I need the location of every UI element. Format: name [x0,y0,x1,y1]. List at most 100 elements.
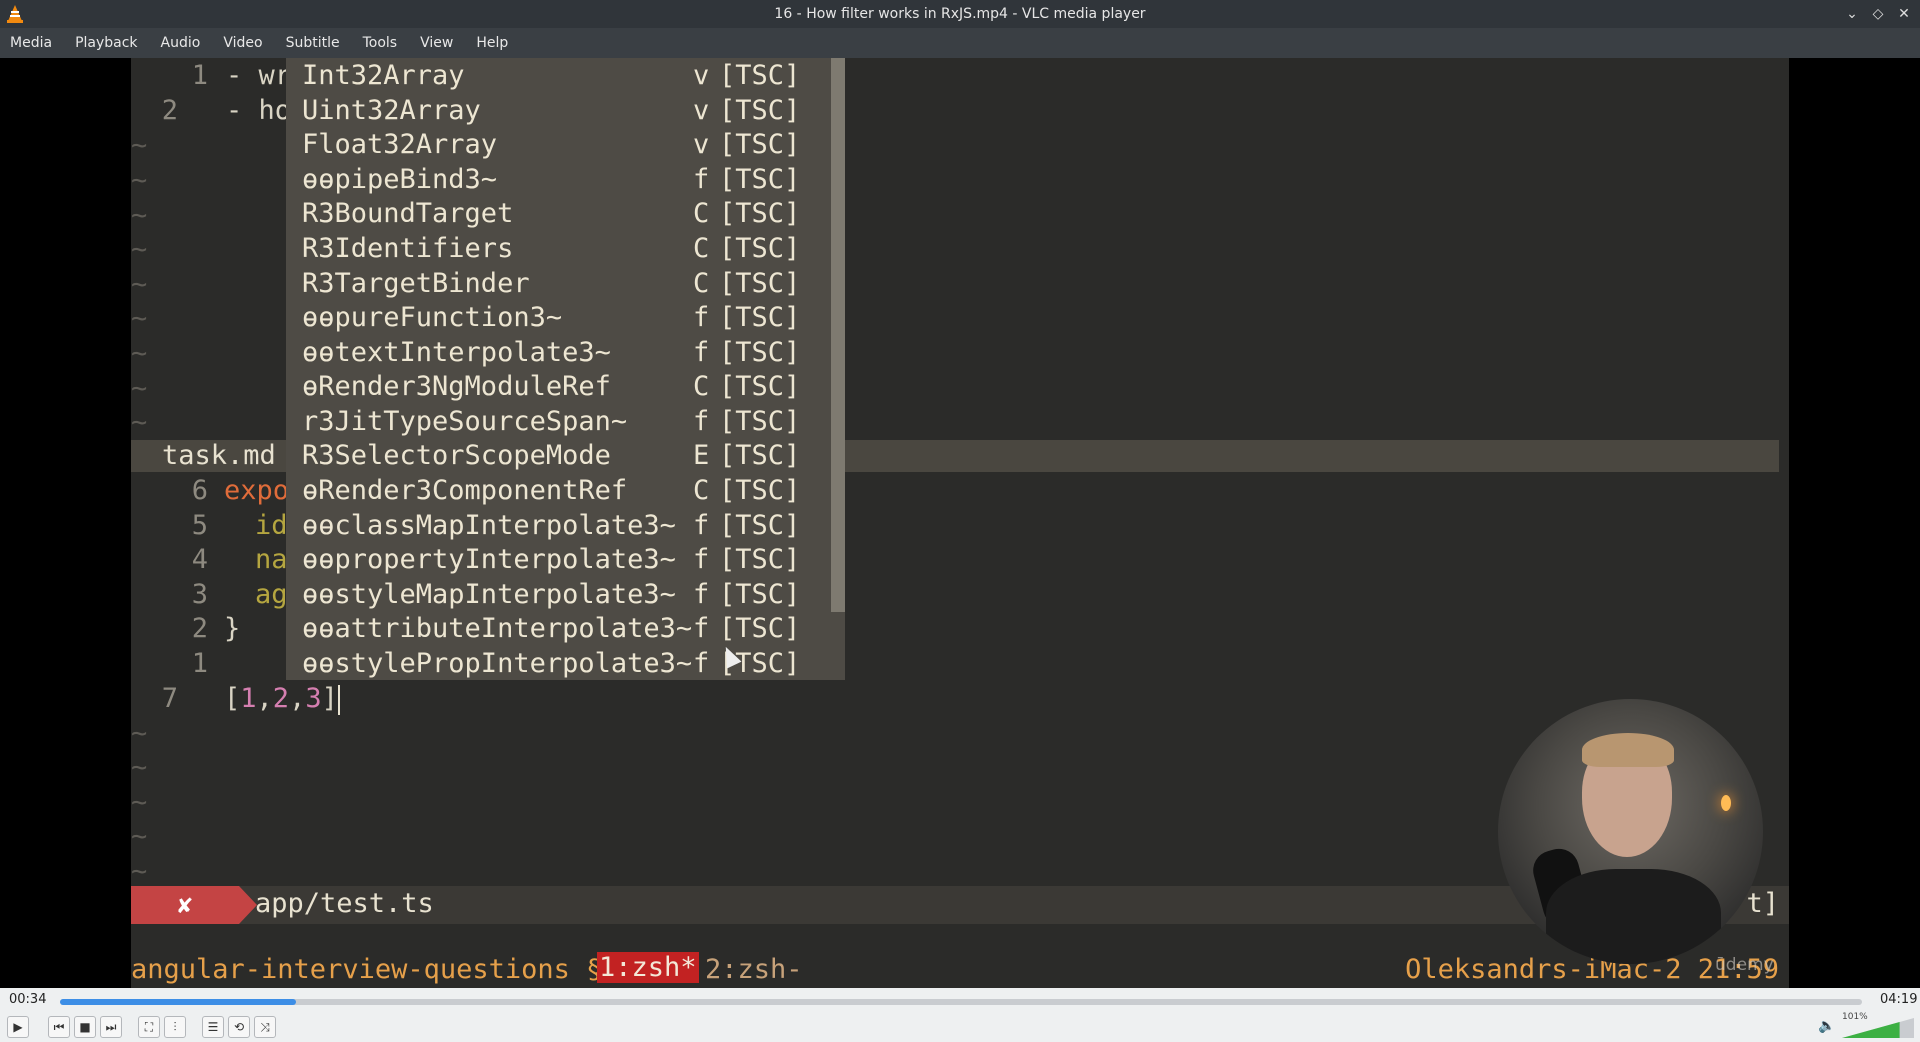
completion-item[interactable]: Float32Array v [TSC] [286,129,831,163]
completion-item[interactable]: R3BoundTarget C [TSC] [286,198,831,232]
completion-item[interactable]: ɵɵclassMapInterpolate3~ f [TSC] [286,510,831,544]
completion-name: ɵɵpropertyInterpolate3~ [302,544,676,575]
completion-source: [TSC] [719,337,801,368]
menu-playback[interactable]: Playback [75,35,137,51]
tilde: ~ [131,821,148,852]
extended-settings-button[interactable]: ⫶ [164,1016,186,1038]
tilde: ~ [131,407,148,438]
bracket-open: [ [224,683,241,714]
completion-source: [TSC] [719,198,801,229]
completion-name: R3BoundTarget [302,198,514,229]
completion-name: r3JitTypeSourceSpan~ [302,406,628,437]
completion-popup[interactable]: Int32Array v [TSC] Uint32Array v [TSC] Float… [286,58,845,680]
current-code-line[interactable]: [1,2,3] [224,683,340,715]
menu-media[interactable]: Media [10,35,52,51]
completion-item[interactable]: ɵɵstyleMapInterpolate3~ f [TSC] [286,579,831,613]
tmux-session: angular-interview-questions § [131,954,603,985]
completion-kind: f [693,579,710,610]
candle-flame [1721,795,1731,811]
completion-item[interactable]: ɵɵpipeBind3~ f [TSC] [286,164,831,198]
bracket-close: ] [321,683,338,714]
completion-source: [TSC] [719,475,801,506]
number-literal: 2 [272,683,290,714]
menu-tools[interactable]: Tools [363,35,398,51]
menu-subtitle[interactable]: Subtitle [286,35,340,51]
webcam-overlay [1498,699,1763,964]
fullscreen-button[interactable]: ⛶ [138,1016,160,1038]
completion-name: ɵɵtextInterpolate3~ [302,337,611,368]
seek-bar[interactable] [60,999,1862,1005]
completion-item[interactable]: r3JitTypeSourceSpan~ f [TSC] [286,406,831,440]
completion-item[interactable]: ɵɵattributeInterpolate3~ f [TSC] [286,613,831,647]
udemy-watermark: ūdemy [1715,955,1774,975]
play-button[interactable]: ▶ [7,1016,29,1038]
completion-item[interactable]: ɵɵtextInterpolate3~ f [TSC] [286,337,831,371]
player-controls: 00:34 04:19 ▶ ⏮ ■ ⏭ ⛶ ⫶ ☰ ⟲ ⤨ 🔈 101% [0,988,1920,1042]
completion-item[interactable]: Uint32Array v [TSC] [286,95,831,129]
completion-item[interactable]: ɵRender3ComponentRef C [TSC] [286,475,831,509]
code-line: id [255,510,288,541]
completion-item[interactable]: ɵɵpureFunction3~ f [TSC] [286,302,831,336]
previous-button[interactable]: ⏮ [48,1016,70,1038]
line-number: 7 [161,683,178,714]
completion-name: R3SelectorScopeMode [302,440,611,471]
code-line: na [255,544,288,575]
completion-name: R3Identifiers [302,233,514,264]
volume-percent: 101% [1842,1012,1868,1022]
tilde: ~ [131,787,148,818]
completion-name: R3TargetBinder [302,268,530,299]
completion-source: [TSC] [719,371,801,402]
line-number: 5 [191,510,208,541]
completion-kind: C [693,233,710,264]
loop-button[interactable]: ⟲ [228,1016,250,1038]
completion-name: Float32Array [302,129,498,160]
code-line: - wr [226,60,292,91]
completion-source: [TSC] [719,60,801,91]
tilde: ~ [131,303,148,334]
minimize-icon[interactable]: ⌄ [1842,4,1862,24]
completion-kind: f [693,510,710,541]
completion-kind: f [693,406,710,437]
completion-item[interactable]: Int32Array v [TSC] [286,60,831,94]
window-title: 16 - How filter works in RxJS.mp4 - VLC … [774,6,1146,22]
volume-icon[interactable]: 🔈 [1818,1018,1835,1034]
completion-name: ɵɵstylePropInterpolate3~ [302,648,693,679]
maximize-icon[interactable]: ◇ [1868,4,1888,24]
code-line: expo [224,475,290,506]
completion-item[interactable]: R3SelectorScopeMode E [TSC] [286,440,831,474]
completion-item[interactable]: R3Identifiers C [TSC] [286,233,831,267]
completion-kind: E [693,440,710,471]
next-button[interactable]: ⏭ [100,1016,122,1038]
shuffle-button[interactable]: ⤨ [254,1016,276,1038]
volume-slider[interactable]: 101% [1842,1012,1914,1038]
line-number: 4 [191,544,208,575]
menu-video[interactable]: Video [223,35,262,51]
number-literal: 3 [305,683,322,714]
tilde: ~ [131,373,148,404]
elapsed-time: 00:34 [9,992,47,1007]
completion-name: ɵRender3NgModuleRef [302,371,611,402]
completion-source: [TSC] [719,233,801,264]
menu-audio[interactable]: Audio [161,35,201,51]
stop-button[interactable]: ■ [74,1016,96,1038]
video-area[interactable]: ~ ~ ~ ~ ~ ~ ~ ~ ~ 1 - wr 2 - ho task.md … [0,58,1920,988]
popup-scrollbar[interactable] [831,58,845,612]
completion-kind: v [693,60,710,91]
completion-item[interactable]: ɵɵpropertyInterpolate3~ f [TSC] [286,544,831,578]
menu-help[interactable]: Help [476,35,508,51]
completion-name: ɵRender3ComponentRef [302,475,628,506]
menu-bar: Media Playback Audio Video Subtitle Tool… [0,28,1920,58]
comma: , [289,683,306,714]
completion-source: [TSC] [719,579,801,610]
completion-item[interactable]: ɵɵstylePropInterpolate3~ f [TSC] [286,648,831,682]
playlist-button[interactable]: ☰ [202,1016,224,1038]
tmux-window: 2:zsh- [705,954,803,985]
completion-source: [TSC] [719,302,801,333]
close-icon[interactable]: ✕ [1894,4,1914,24]
completion-item[interactable]: R3TargetBinder C [TSC] [286,268,831,302]
completion-item[interactable]: ɵRender3NgModuleRef C [TSC] [286,371,831,405]
line-number: 2 [191,613,208,644]
completion-name: Int32Array [302,60,465,91]
completion-name: ɵɵstyleMapInterpolate3~ [302,579,676,610]
menu-view[interactable]: View [420,35,453,51]
